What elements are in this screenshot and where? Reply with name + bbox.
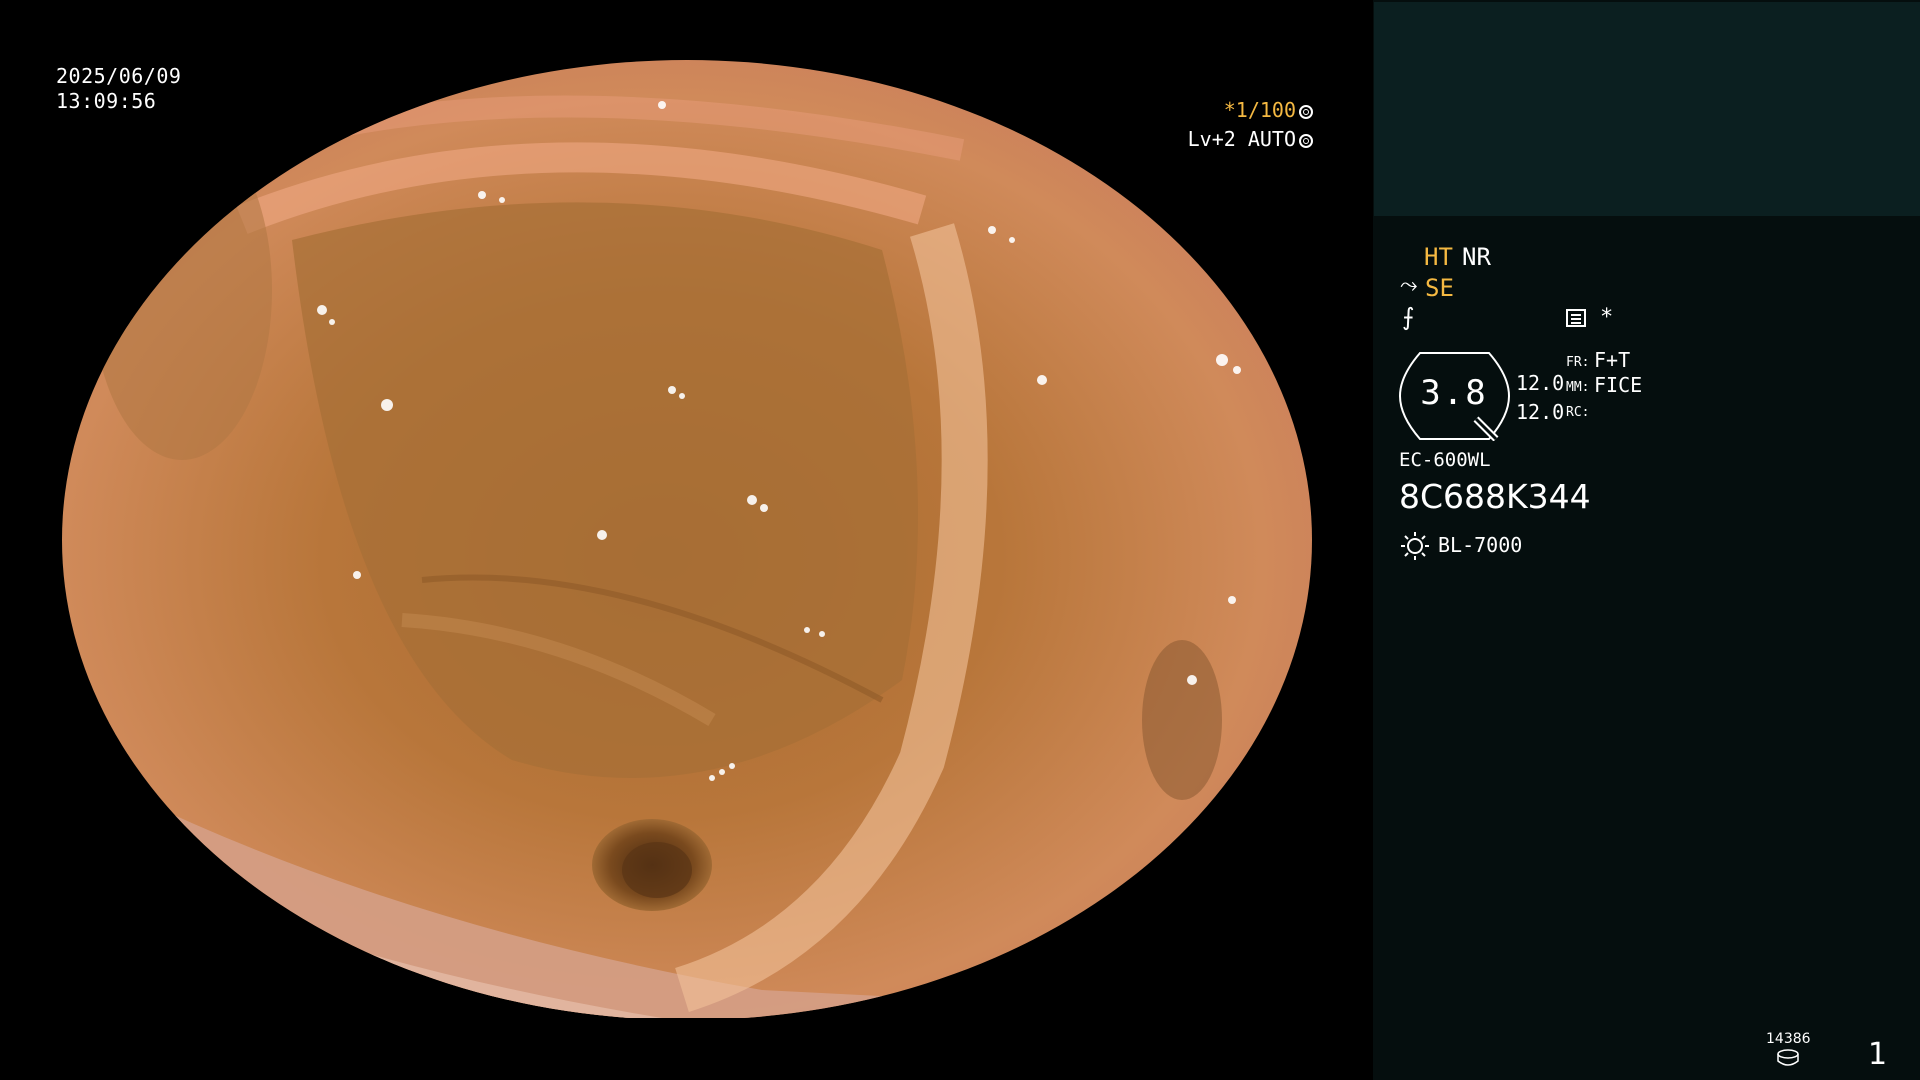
setting-value-1: 12.0 [1516,371,1565,395]
brightness-level: Lv+2 AUTO [1188,127,1313,151]
exam-time: 13:09:56 [56,89,157,113]
setting-value-2: 12.0 [1516,400,1565,424]
fr-value: F+T [1594,348,1631,372]
scope-model: EC-600WL [1399,449,1491,471]
fr-label: FR: [1566,355,1590,370]
curve-icon: ⤳ [1400,273,1418,298]
endoscopic-image [62,60,1312,1018]
exam-date: 2025/06/09 [56,64,182,88]
light-source: BL-7000 [1438,533,1523,557]
shutter-value: *1/100 [1223,98,1296,122]
image-counter: 14386 [1766,1031,1811,1047]
disk-icon [1777,1049,1799,1066]
scope-serial: 8C688K344 [1399,477,1591,516]
endoscope-viewer: 2025/06/09 13:09:56 *1/100 Lv+2 AUTO [0,0,1373,1080]
iris-icon [1299,134,1313,148]
star-indicator: * [1600,305,1614,330]
level-value: Lv+2 AUTO [1187,127,1296,151]
ht-indicator: HT [1424,243,1453,271]
menu-icon [1566,309,1586,327]
se-indicator: SE [1425,274,1454,302]
nr-indicator: NR [1462,243,1491,271]
thumbnail-area [1374,2,1920,216]
mm-label: MM: [1566,380,1590,395]
sun-icon [1401,532,1429,560]
zoom-value: 3.8 [1420,373,1488,413]
rc-label: RC: [1566,405,1590,420]
aperture-icon [1299,105,1313,119]
mm-value: FICE [1594,373,1643,397]
page-number: 1 [1868,1037,1888,1072]
flash-icon: ⨍ [1402,303,1415,331]
shutter-speed: *1/100 [1224,98,1313,122]
